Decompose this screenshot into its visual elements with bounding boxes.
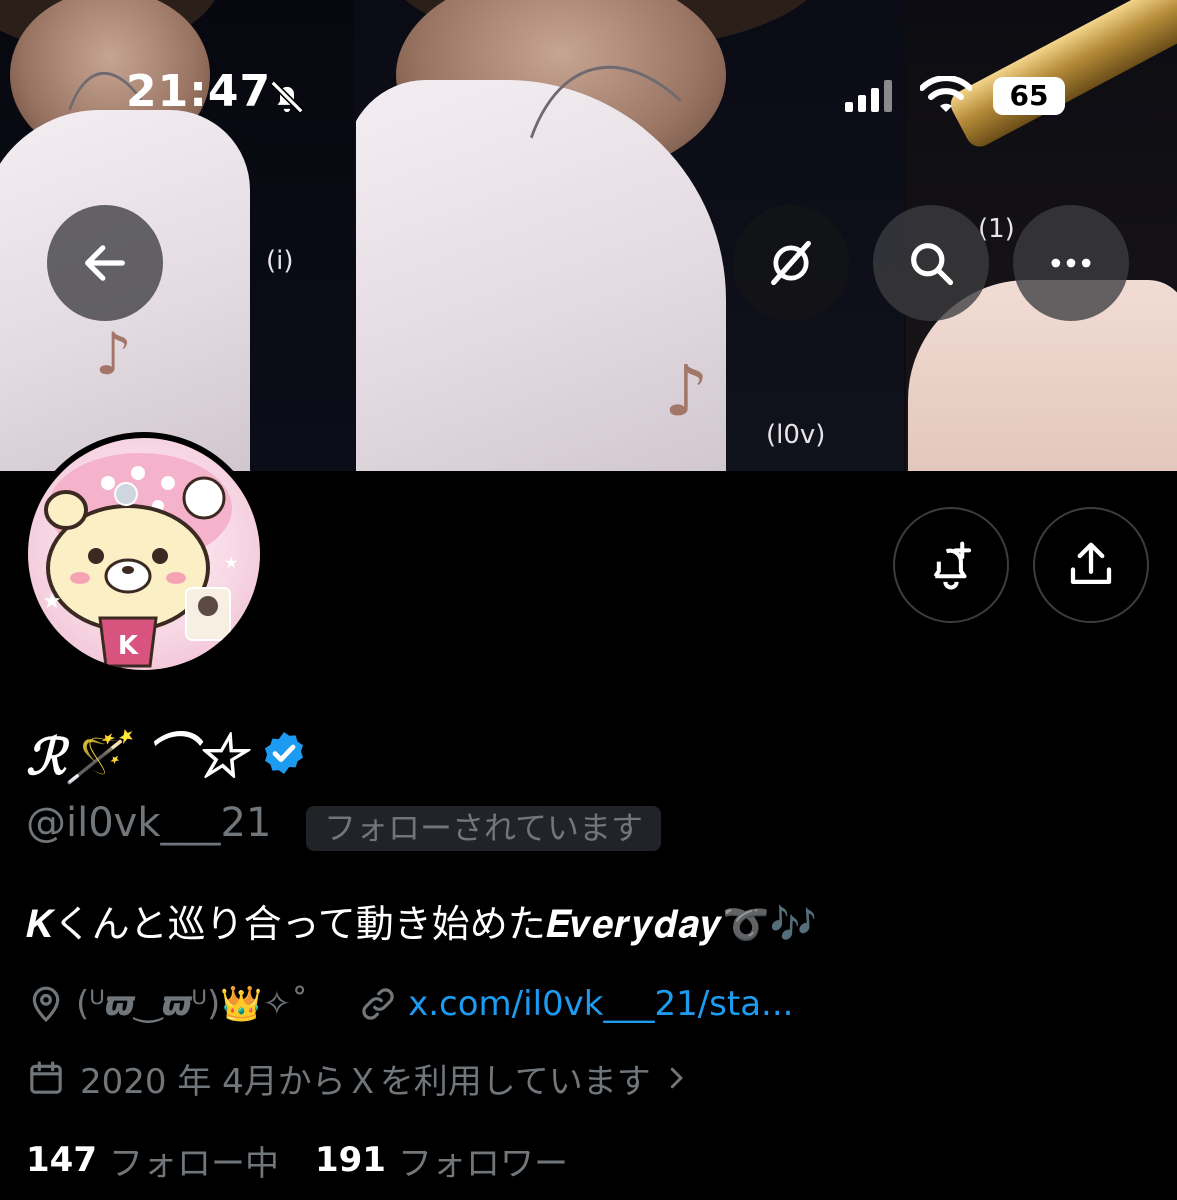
wifi-icon: [920, 76, 972, 112]
chevron-right-icon: [670, 1067, 683, 1089]
bell-plus-icon: [933, 541, 972, 590]
status-time: 21:47: [126, 66, 272, 117]
more-icon: [1051, 258, 1091, 268]
back-button[interactable]: [47, 205, 163, 321]
following-label: フォロー中: [108, 1143, 279, 1184]
profile-handle: @il0vk___21: [26, 800, 272, 846]
arrow-left-icon: [85, 245, 125, 281]
followers-label: フォロワー: [397, 1143, 568, 1184]
following-link[interactable]: 147 フォロー中: [26, 1136, 279, 1185]
watermark-left: (i): [266, 246, 294, 276]
search-button[interactable]: [873, 205, 989, 321]
location-pin-icon: [32, 986, 60, 1023]
profile-name-row: ℛ🪄 ⌒☆: [26, 718, 308, 788]
avatar-image: K ★ ★: [28, 438, 260, 670]
followers-count: 191: [314, 1140, 386, 1180]
verified-badge-icon[interactable]: [260, 729, 308, 777]
watermark-center: (l0v): [766, 420, 826, 450]
grok-button[interactable]: [733, 205, 849, 321]
battery-indicator: 65: [993, 77, 1065, 115]
avatar[interactable]: K ★ ★: [22, 432, 266, 676]
follows-you-badge: フォローされています: [306, 806, 662, 851]
more-options-button[interactable]: [1013, 205, 1129, 321]
share-button[interactable]: [1033, 507, 1149, 623]
share-icon: [1070, 542, 1112, 585]
profile-meta-row: (ᵁ𝟉‿𝟉ᵁ)👑✧˚ x.com/il0vk___21/sta...: [26, 978, 793, 1030]
calendar-icon: [30, 1061, 62, 1094]
profile-website-link[interactable]: x.com/il0vk___21/sta...: [408, 984, 793, 1024]
svg-text:K: K: [118, 631, 139, 661]
profile-joined-date: 2020 年 4月からＸを利用しています: [80, 1061, 651, 1102]
grok-icon: [771, 240, 811, 286]
bell-muted-icon: [270, 80, 304, 114]
profile-location: (ᵁ𝟉‿𝟉ᵁ)👑✧˚: [76, 984, 309, 1024]
cellular-signal-icon: [845, 80, 892, 112]
link-icon: [362, 988, 394, 1020]
profile-banner[interactable]: ♪ (i) ♪ (l0v) (1) 21:47 65: [0, 0, 1177, 471]
profile-bio: 𝑲くんと巡り合って動き始めた𝑬𝒗𝒆𝒓𝒚𝒅𝒂𝒚➰🎶: [26, 902, 817, 946]
svg-text:★: ★: [224, 553, 238, 572]
svg-text:★: ★: [42, 589, 62, 614]
following-count: 147: [26, 1140, 97, 1180]
display-name: ℛ🪄 ⌒☆: [26, 727, 246, 786]
follow-counts: 147 フォロー中 191 フォロワー: [26, 1134, 568, 1186]
profile-joined-row[interactable]: 2020 年 4月からＸを利用しています: [26, 1052, 691, 1104]
followers-link[interactable]: 191 フォロワー: [315, 1136, 568, 1185]
notify-button[interactable]: [893, 507, 1009, 623]
search-icon: [911, 243, 954, 286]
